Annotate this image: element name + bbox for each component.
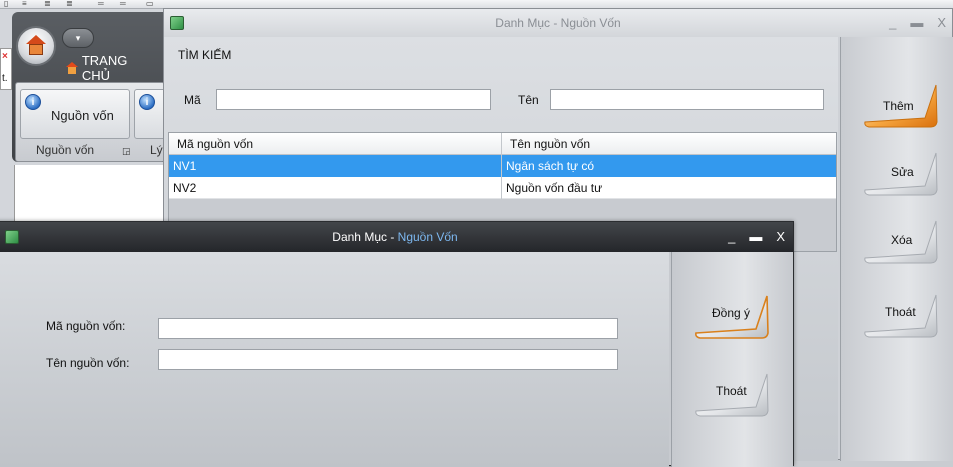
close-button[interactable]: X xyxy=(937,15,946,30)
list-window-titlebar[interactable]: Danh Mục - Nguồn Vốn _ ▬ X xyxy=(164,9,952,37)
ok-button[interactable]: Đồng ý xyxy=(692,292,782,342)
maximize-button[interactable]: ▬ xyxy=(910,15,923,30)
edit-window-title-prefix: Danh Mục - xyxy=(332,230,398,244)
close-button[interactable]: X xyxy=(776,229,785,244)
code-field[interactable] xyxy=(158,318,618,339)
maximize-button[interactable]: ▬ xyxy=(749,229,762,244)
list-window-action-panel: Thêm Sửa Xóa Thoát xyxy=(840,37,953,461)
cell-name: Ngân sách tự có xyxy=(506,159,595,173)
ok-button-label: Đồng ý xyxy=(712,306,751,320)
code-search-input[interactable] xyxy=(216,89,491,110)
info-icon: i xyxy=(25,94,41,110)
cell-code: NV1 xyxy=(169,155,502,177)
group-expand-icon[interactable]: ◲ xyxy=(122,146,131,157)
edit-window-titlebar[interactable]: Danh Mục - Nguồn Vốn _ ▬ X xyxy=(0,222,793,252)
info-icon: i xyxy=(139,94,155,110)
toolbar-icon[interactable]: ≣ xyxy=(66,0,73,8)
home-icon xyxy=(25,35,47,57)
delete-button-label: Xóa xyxy=(891,233,913,247)
ribbon-button-nguon-von[interactable]: i Nguồn vốn xyxy=(20,89,130,139)
toolbar-icon[interactable]: ≡ xyxy=(22,0,27,8)
delete-button[interactable]: Xóa xyxy=(861,217,951,267)
ribbon-panel: i Nguồn vốn i Nguồn vốn ◲ Lý xyxy=(15,82,174,162)
close-icon[interactable]: × xyxy=(2,51,8,62)
name-field[interactable] xyxy=(158,349,618,370)
workspace xyxy=(14,165,164,225)
edit-window-title-highlight: Nguồn Vốn xyxy=(397,230,458,244)
edit-window: Danh Mục - Nguồn Vốn _ ▬ X Mã nguồn vốn:… xyxy=(0,221,794,467)
toolbar-icon[interactable]: ═ xyxy=(120,0,126,8)
home-icon xyxy=(66,62,78,74)
minimize-button[interactable]: _ xyxy=(889,15,896,30)
grid-header: Mã nguồn vốn Tên nguồn vốn xyxy=(169,133,836,155)
code-label: Mã xyxy=(184,93,201,107)
tab-home[interactable]: TRANG CHỦ xyxy=(58,53,158,83)
tab-home-label: TRANG CHỦ xyxy=(81,53,128,83)
customize-toolbar-button[interactable]: ▾ xyxy=(62,28,94,48)
cell-code: NV2 xyxy=(169,177,502,199)
table-row[interactable]: NV2 Nguồn vốn đầu tư xyxy=(169,177,836,199)
edit-button-label: Sửa xyxy=(891,165,914,179)
ribbon-button-label: Nguồn vốn xyxy=(51,108,114,123)
add-button-label: Thêm xyxy=(883,99,914,113)
partial-text: t. xyxy=(2,73,8,84)
partial-side-panel: × t. xyxy=(0,48,12,90)
list-window-title: Danh Mục - Nguồn Vốn xyxy=(495,16,621,30)
ribbon-group-label: Nguồn vốn xyxy=(36,143,95,157)
application-menu-button[interactable] xyxy=(16,26,56,66)
edit-window-body: Mã nguồn vốn: Tên nguồn vốn: xyxy=(0,252,669,467)
toolbar-icon[interactable]: ▯ xyxy=(4,0,8,8)
edit-window-title: Danh Mục - Nguồn Vốn xyxy=(332,230,457,244)
name-label: Tên xyxy=(518,93,539,107)
app-icon xyxy=(170,16,184,30)
cell-name: Nguồn vốn đầu tư xyxy=(506,181,603,195)
edit-button[interactable]: Sửa xyxy=(861,149,951,199)
app-icon xyxy=(5,230,19,244)
toolbar-icon[interactable]: ═ xyxy=(98,0,104,8)
code-field-label: Mã nguồn vốn: xyxy=(46,319,126,333)
exit-button-label: Thoát xyxy=(885,305,916,319)
search-section-title: TÌM KIẾM xyxy=(178,48,232,62)
column-header-code[interactable]: Mã nguồn vốn xyxy=(169,133,502,155)
table-row[interactable]: NV1 Ngân sách tự có xyxy=(169,155,836,177)
minimize-button[interactable]: _ xyxy=(728,229,735,244)
exit-button[interactable]: Thoát xyxy=(692,370,782,420)
ribbon-group-label: Lý xyxy=(150,143,163,157)
exit-button-label: Thoát xyxy=(716,384,747,398)
name-field-label: Tên nguồn vốn: xyxy=(46,356,130,370)
exit-button[interactable]: Thoát xyxy=(861,291,951,341)
toolbar-icon[interactable]: ≣ xyxy=(44,0,51,8)
add-button[interactable]: Thêm xyxy=(861,81,951,131)
toolbar-icon[interactable]: ▭ xyxy=(146,0,154,8)
name-search-input[interactable] xyxy=(550,89,824,110)
edit-window-action-panel: Đồng ý Thoát xyxy=(671,252,793,467)
column-header-name[interactable]: Tên nguồn vốn xyxy=(502,133,836,155)
